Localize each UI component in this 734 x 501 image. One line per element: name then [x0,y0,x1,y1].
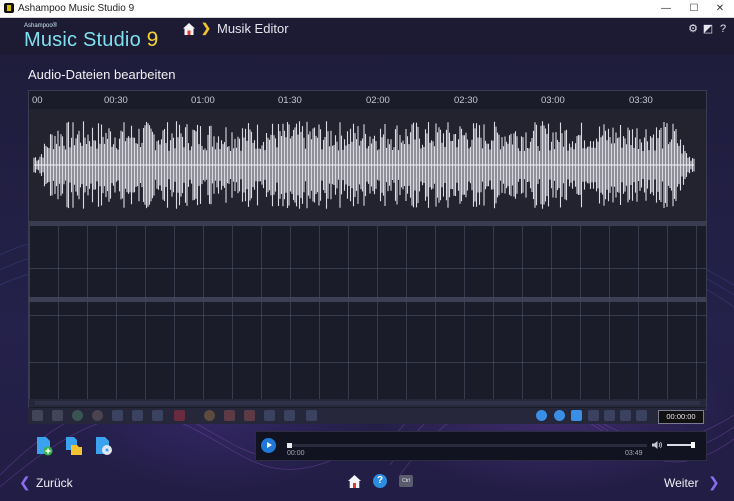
time-tick: 03:00 [541,95,565,106]
export-icon[interactable] [306,410,317,421]
audio-editor[interactable]: 00 00:30 01:00 01:30 02:00 02:30 03:00 0… [28,90,707,410]
time-ruler[interactable]: 00 00:30 01:00 01:30 02:00 02:30 03:00 0… [29,91,706,109]
progress-bar[interactable] [287,443,647,448]
zoom-in-icon[interactable] [536,410,547,421]
rewind-icon[interactable] [152,410,163,421]
waveform-track[interactable] [29,109,706,221]
breadcrumb-current: Musik Editor [217,21,289,36]
home-icon[interactable] [182,22,196,36]
cut-icon[interactable] [620,410,631,421]
speaker-icon[interactable] [32,410,43,421]
circle-icon[interactable] [92,410,103,421]
time-tick: 00 [32,95,43,106]
help-button[interactable]: ? [373,474,387,488]
app-icon [4,3,14,13]
zoom-out-icon[interactable] [554,410,565,421]
empty-track-grid[interactable] [29,221,706,407]
window-title: Ashampoo Music Studio 9 [18,3,135,14]
maximize-button[interactable]: ☐ [680,0,708,17]
window-titlebar: Ashampoo Music Studio 9 — ☐ ✕ [0,0,734,18]
gear-icon[interactable]: ⚙ [687,23,699,35]
fx-icon[interactable] [204,410,215,421]
close-button[interactable]: ✕ [706,0,734,17]
brand-logo: Music Studio 9 [24,28,159,52]
next-button[interactable]: Weiter [664,476,698,490]
volume-knob[interactable] [691,442,695,448]
time-tick: 02:30 [454,95,478,106]
skin-icon[interactable]: ◩ [702,23,714,35]
horizontal-scrollbar[interactable] [29,399,706,407]
check-icon[interactable] [72,410,83,421]
arrows-icon[interactable] [132,410,143,421]
help-icon[interactable]: ? [717,23,729,35]
add-file-icon[interactable] [35,436,53,456]
chevron-right-icon: ❯ [201,21,212,35]
section-title: Audio-Dateien bearbeiten [28,67,176,82]
normalize-icon[interactable] [264,410,275,421]
brand-name: Music Studio [24,29,141,51]
progress-knob[interactable] [287,443,292,448]
volume-slider[interactable] [667,442,695,448]
track-divider [29,221,706,226]
play-icon [267,442,272,448]
move-icon[interactable] [112,410,123,421]
add-folder-icon[interactable] [65,436,83,456]
back-button[interactable]: Zurück [36,476,73,490]
timecode-display: 00:00:00 [658,410,704,424]
list-icon[interactable] [52,410,63,421]
volume-icon[interactable] [651,440,663,450]
copy-icon[interactable] [604,410,615,421]
time-tick: 02:00 [366,95,390,106]
chevron-left-icon[interactable]: ❮ [19,474,31,491]
split-icon[interactable] [284,410,295,421]
chevron-right-icon[interactable]: ❯ [708,474,720,491]
track-divider [29,297,706,302]
record-icon[interactable] [174,410,185,421]
time-tick: 00:30 [104,95,128,106]
home-icon[interactable] [347,474,362,489]
play-button[interactable] [261,438,276,453]
time-end: 03:49 [625,450,643,457]
fade-in-icon[interactable] [224,410,235,421]
minimize-button[interactable]: — [652,0,680,17]
time-start: 00:00 [287,450,305,457]
time-tick: 01:00 [191,95,215,106]
ctrl-button[interactable]: Ctrl [399,475,413,487]
time-tick: 01:30 [278,95,302,106]
undo-icon[interactable] [571,410,582,421]
scrollbar-thumb[interactable] [35,401,700,405]
time-tick: 03:30 [629,95,653,106]
redo-icon[interactable] [588,410,599,421]
add-cd-icon[interactable] [95,436,113,456]
brand-version: 9 [146,28,159,51]
fade-out-icon[interactable] [244,410,255,421]
editor-toolbar [28,408,705,424]
waveform [33,121,695,209]
paste-icon[interactable] [636,410,647,421]
